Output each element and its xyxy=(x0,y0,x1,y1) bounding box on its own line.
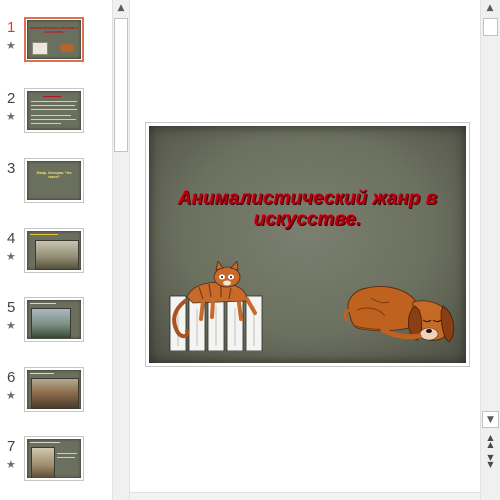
previous-slide-icon[interactable]: ▲ ▲ xyxy=(483,434,498,449)
thumbnail-text-line xyxy=(31,123,61,124)
thumbnail-painting xyxy=(31,378,79,409)
thumbnail-painting xyxy=(35,240,79,270)
thumbnail-frame[interactable] xyxy=(24,88,84,133)
scroll-up-icon[interactable]: ▲ xyxy=(113,0,129,17)
thumbnail-text: Жанр. История. Что такое? xyxy=(36,171,72,180)
slide-thumbnail-3[interactable]: 3 Жанр. История. Что такое? xyxy=(0,158,112,210)
scrollbar-thumb[interactable] xyxy=(114,18,128,152)
scroll-up-icon[interactable]: ▲ xyxy=(482,0,498,17)
thumbnail-dog-image xyxy=(60,44,74,52)
animation-star-icon: ★ xyxy=(6,39,16,52)
thumbnail-heading-line xyxy=(30,373,54,374)
slide-thumbnail-7[interactable]: 7 ★ xyxy=(0,436,112,488)
thumbnail-preview: Анималистический жанр в искусстве. xyxy=(27,20,81,59)
slide-thumbnail-6[interactable]: 6 ★ xyxy=(0,367,112,419)
thumbnail-preview: Жанр. История. Что такое? xyxy=(27,161,81,200)
slide-thumbnail-1[interactable]: 1 ★ Анималистический жанр в искусстве. xyxy=(0,17,112,69)
thumbnail-text-line xyxy=(31,119,76,120)
thumbnail-preview xyxy=(27,370,81,409)
sleeping-dog-image[interactable] xyxy=(343,276,458,346)
slide-background: Анималистический жанр в искусстве. xyxy=(149,126,466,363)
animation-star-icon: ★ xyxy=(6,389,16,402)
animation-star-icon: ★ xyxy=(6,250,16,263)
thumbnail-heading-line xyxy=(30,234,58,235)
scrollbar-thumb[interactable] xyxy=(483,18,498,36)
slide-number: 6 xyxy=(7,369,16,386)
animation-star-icon: ★ xyxy=(6,458,16,471)
animation-star-icon: ★ xyxy=(6,110,16,123)
thumbnail-preview xyxy=(27,91,81,130)
thumbnail-heading-line xyxy=(43,96,61,97)
thumbnail-frame[interactable] xyxy=(24,297,84,342)
slide-editing-area: Анималистический жанр в искусстве. xyxy=(130,0,480,500)
cat-on-fence-image[interactable] xyxy=(163,261,268,351)
main-scrollbar[interactable]: ▲ ▼ ▲ ▲ ▼ ▼ xyxy=(480,0,500,500)
thumbnail-painting xyxy=(31,447,55,478)
slide-number: 1 xyxy=(7,19,16,36)
slide-number: 2 xyxy=(7,90,16,107)
slide-thumbnail-4[interactable]: 4 ★ xyxy=(0,228,112,280)
thumbnail-text-line xyxy=(31,109,77,110)
notes-pane-divider[interactable] xyxy=(130,492,480,500)
slide-number: 7 xyxy=(7,438,16,455)
current-slide[interactable]: Анималистический жанр в искусстве. xyxy=(145,122,470,367)
thumbnail-text-line xyxy=(57,457,75,458)
thumbnail-preview xyxy=(27,231,81,270)
slide-number: 4 xyxy=(7,230,16,247)
slide-thumbnail-pane: 1 ★ Анималистический жанр в искусстве. 2… xyxy=(0,0,112,500)
thumbnail-cat-image xyxy=(32,42,48,55)
scroll-down-icon[interactable]: ▼ xyxy=(482,411,499,428)
thumbnail-heading-line xyxy=(30,442,60,443)
slide-thumbnail-5[interactable]: 5 ★ xyxy=(0,297,112,349)
slide-thumbnail-2[interactable]: 2 ★ xyxy=(0,88,112,140)
thumbnail-preview xyxy=(27,439,81,478)
thumbnail-text-line xyxy=(57,453,77,454)
thumbnail-heading-line xyxy=(30,303,56,304)
thumbnail-frame[interactable] xyxy=(24,436,84,481)
animation-star-icon: ★ xyxy=(6,319,16,332)
thumbnail-text-line xyxy=(31,101,77,102)
thumbnail-scrollbar[interactable]: ▲ xyxy=(112,0,130,500)
slide-number: 5 xyxy=(7,299,16,316)
thumbnail-frame[interactable]: Анималистический жанр в искусстве. xyxy=(24,17,84,62)
thumbnail-frame[interactable]: Жанр. История. Что такое? xyxy=(24,158,84,203)
thumbnail-painting xyxy=(31,308,71,338)
thumbnail-preview xyxy=(27,300,81,339)
slide-title[interactable]: Анималистический жанр в искусстве. xyxy=(161,188,454,230)
thumbnail-text-line xyxy=(31,115,71,116)
thumbnail-title: Анималистический жанр в искусстве. xyxy=(30,26,78,34)
thumbnail-text-line xyxy=(31,105,75,106)
thumbnail-frame[interactable] xyxy=(24,228,84,273)
next-slide-icon[interactable]: ▼ ▼ xyxy=(483,454,498,469)
slide-number: 3 xyxy=(7,160,16,177)
thumbnail-frame[interactable] xyxy=(24,367,84,412)
